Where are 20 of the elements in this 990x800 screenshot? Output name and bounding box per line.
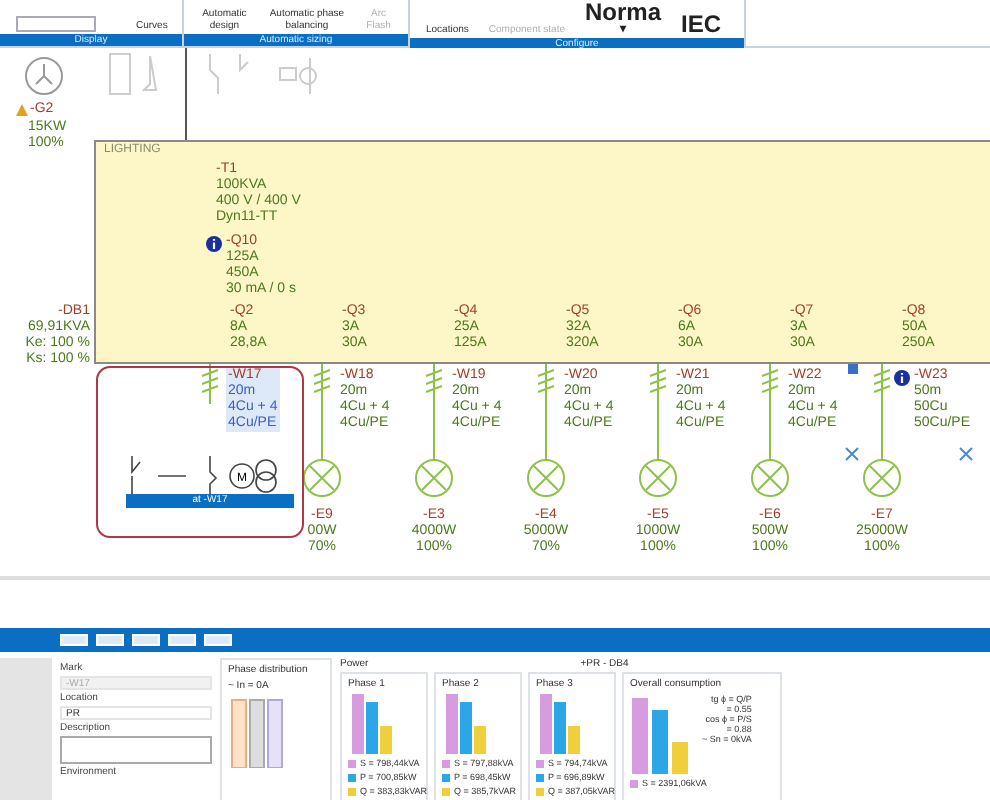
toolbar-button[interactable] bbox=[132, 634, 160, 646]
bar-chart-drawing bbox=[536, 694, 584, 754]
ribbon-field[interactable] bbox=[16, 16, 96, 32]
lamp-icon[interactable] bbox=[303, 459, 341, 497]
toolbar-button[interactable] bbox=[96, 634, 124, 646]
info-icon[interactable] bbox=[206, 236, 222, 252]
cross-marker-icon bbox=[845, 447, 859, 461]
bar-chart-drawing bbox=[442, 694, 490, 754]
toolbar-button[interactable] bbox=[204, 634, 232, 646]
bar-chart-drawing bbox=[228, 696, 288, 768]
toolbar-button[interactable] bbox=[60, 634, 88, 646]
bar-chart-drawing bbox=[630, 694, 690, 774]
preview-pane bbox=[0, 658, 52, 800]
input-field[interactable] bbox=[60, 736, 212, 764]
toolbar-button[interactable] bbox=[168, 634, 196, 646]
generator-icon bbox=[25, 57, 63, 95]
bar-chart-drawing bbox=[348, 694, 396, 754]
cross-marker-icon bbox=[959, 447, 973, 461]
info-icon[interactable] bbox=[894, 370, 910, 386]
standard-button[interactable]: IEC bbox=[681, 12, 722, 36]
